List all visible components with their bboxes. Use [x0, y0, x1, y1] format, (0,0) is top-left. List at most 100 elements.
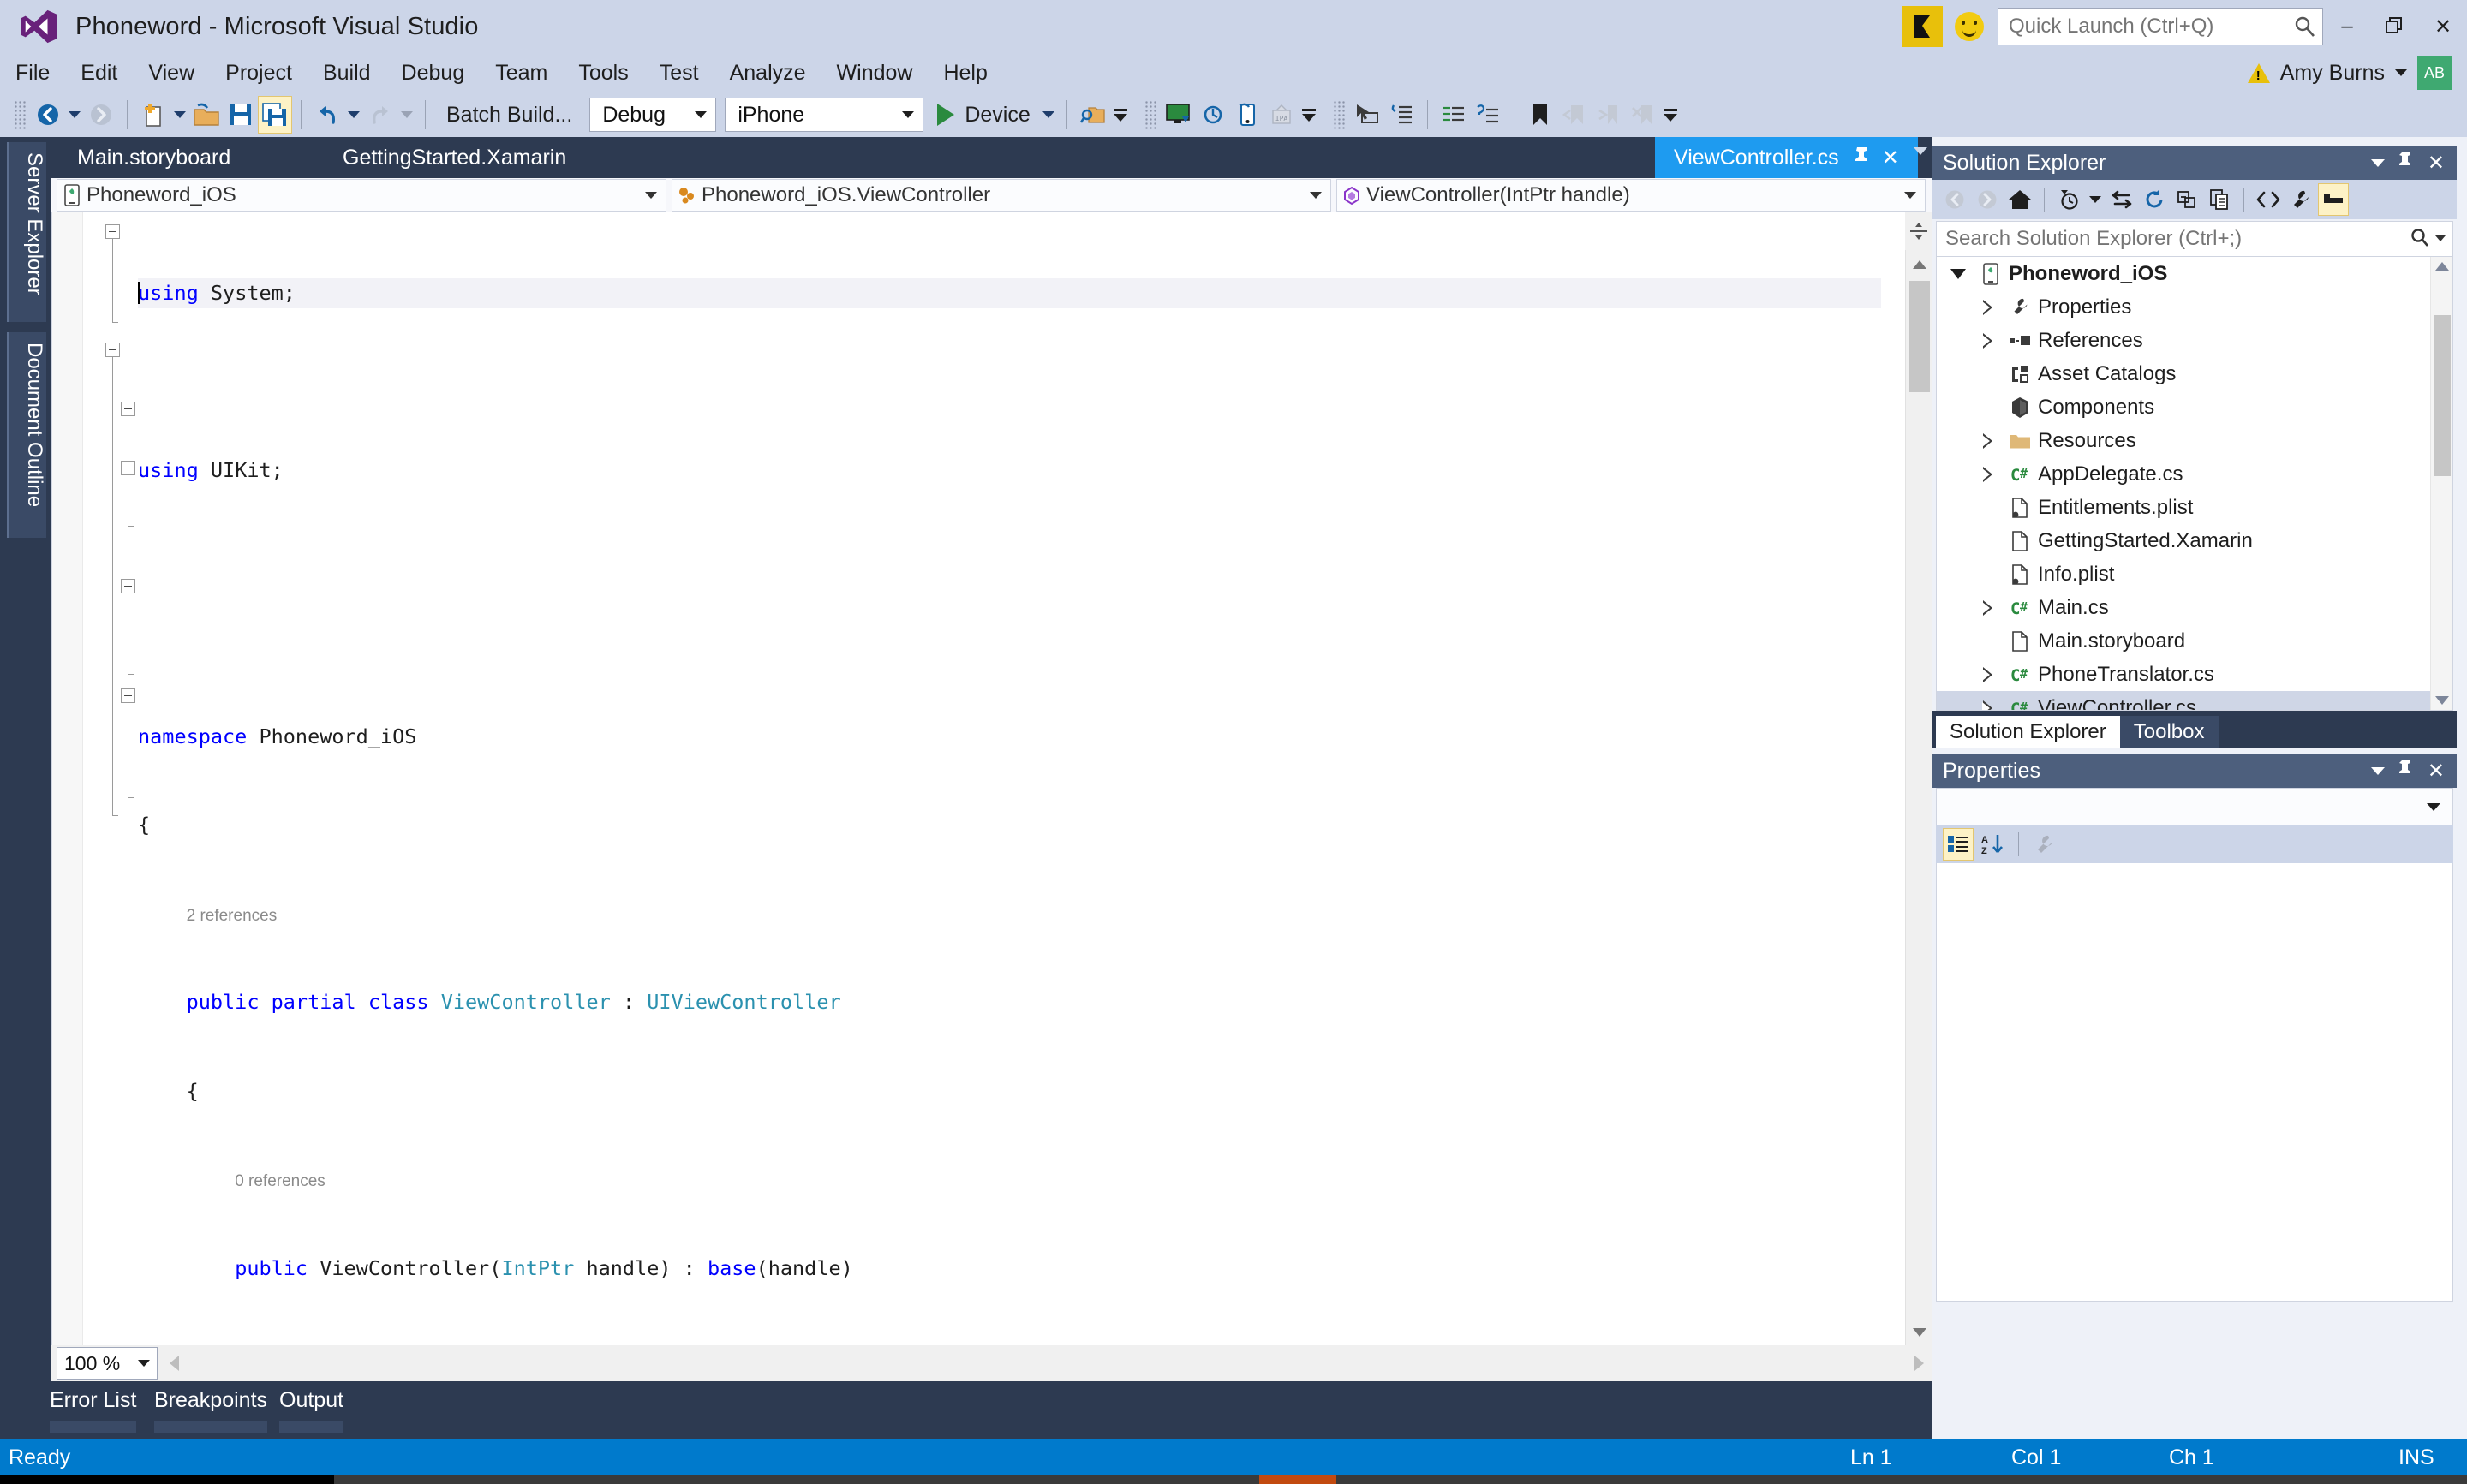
- minimize-button[interactable]: –: [2323, 0, 2371, 53]
- pin-icon[interactable]: [2398, 759, 2414, 784]
- find-in-files-icon[interactable]: [1076, 96, 1110, 134]
- scrollbar-thumb[interactable]: [1909, 281, 1930, 392]
- save-icon[interactable]: [224, 96, 258, 134]
- solution-explorer-search[interactable]: [1936, 221, 2453, 257]
- chevron-right-icon[interactable]: [1973, 432, 2002, 449]
- feedback-flag-icon[interactable]: [1902, 6, 1943, 47]
- bottom-tab-breakpoints[interactable]: Breakpoints: [154, 1388, 268, 1433]
- bottom-tab-error-list[interactable]: Error List: [50, 1388, 137, 1433]
- search-icon[interactable]: [2288, 15, 2322, 38]
- pointer-select-icon[interactable]: [1350, 96, 1384, 134]
- collapse-all-icon[interactable]: [2171, 183, 2202, 216]
- code-line[interactable]: public partial class ViewController : UI…: [138, 987, 1881, 1017]
- tree-vertical-scrollbar[interactable]: [2430, 257, 2452, 710]
- menu-item-window[interactable]: Window: [821, 53, 929, 92]
- chevron-down-icon[interactable]: [2370, 766, 2385, 775]
- new-item-dropdown[interactable]: [170, 96, 189, 134]
- tabstrip-overflow-icon[interactable]: [1914, 147, 1927, 155]
- dock-tab-solution-explorer[interactable]: Solution Explorer: [1936, 716, 2120, 748]
- home-icon[interactable]: [2004, 183, 2035, 216]
- tab-viewcontroller-cs[interactable]: ViewController.cs ✕: [1655, 137, 1918, 178]
- sync-with-active-document-icon[interactable]: [2106, 183, 2137, 216]
- scroll-right-icon[interactable]: [1914, 1356, 1924, 1371]
- pin-icon[interactable]: [2398, 151, 2414, 176]
- user-name-label[interactable]: Amy Burns: [2280, 61, 2385, 86]
- collapse-box-usings[interactable]: [105, 224, 120, 239]
- chevron-right-icon[interactable]: [1973, 700, 2002, 710]
- scroll-down-icon[interactable]: [2435, 696, 2449, 705]
- tree-item-viewcontroller-cs[interactable]: C # ViewController.cs: [1937, 691, 2452, 710]
- close-icon[interactable]: ✕: [1882, 146, 1899, 170]
- toolbar-grip[interactable]: [1144, 100, 1156, 129]
- code-line[interactable]: using UIKit;: [138, 456, 1881, 486]
- avatar[interactable]: AB: [2417, 56, 2452, 90]
- menu-item-view[interactable]: View: [133, 53, 210, 92]
- show-all-files-icon[interactable]: [2204, 183, 2235, 216]
- bottom-tab-output[interactable]: Output: [279, 1388, 344, 1433]
- alphabetical-sort-icon[interactable]: AZ: [1977, 828, 2008, 861]
- menu-item-help[interactable]: Help: [928, 53, 1002, 92]
- view-code-icon[interactable]: [2253, 183, 2284, 216]
- code-line[interactable]: public ViewController(IntPtr handle) : b…: [138, 1254, 1881, 1284]
- code-text-area[interactable]: using System; using UIKit; namespace Pho…: [138, 219, 1881, 1345]
- platform-select[interactable]: iPhone: [725, 98, 924, 132]
- quick-launch-box[interactable]: [1998, 8, 2323, 45]
- undo-dropdown[interactable]: [344, 96, 363, 134]
- zoom-level-select[interactable]: 100 %: [57, 1347, 158, 1380]
- toolbar-overflow-icon[interactable]: [1299, 96, 1319, 134]
- scroll-up-icon[interactable]: [1906, 252, 1932, 277]
- properties-grid[interactable]: [1936, 863, 2453, 1302]
- play-icon[interactable]: [937, 104, 955, 126]
- chevron-right-icon[interactable]: [1973, 466, 2002, 482]
- menu-item-file[interactable]: File: [0, 53, 65, 92]
- tree-item-resources[interactable]: Resources: [1937, 424, 2452, 457]
- close-icon[interactable]: ✕: [2428, 151, 2445, 176]
- menu-item-tools[interactable]: Tools: [563, 53, 643, 92]
- device-manager-icon[interactable]: [1162, 96, 1196, 134]
- chevron-right-icon[interactable]: [1973, 299, 2002, 315]
- code-line[interactable]: [138, 367, 1881, 397]
- redo-dropdown[interactable]: [397, 96, 416, 134]
- open-file-icon[interactable]: [189, 96, 224, 134]
- toolbar-grip[interactable]: [1332, 100, 1345, 129]
- toolbar-overflow-icon[interactable]: [1660, 96, 1681, 134]
- properties-wrench-icon[interactable]: [2285, 183, 2316, 216]
- tree-item-asset-catalogs[interactable]: Asset Catalogs: [1937, 357, 2452, 390]
- navigate-back-dropdown[interactable]: [65, 96, 84, 134]
- toolbar-overflow-icon[interactable]: [1110, 96, 1131, 134]
- search-input[interactable]: [1945, 227, 2406, 251]
- chevron-right-icon[interactable]: [1973, 666, 2002, 682]
- navbar-type-select[interactable]: Phoneword_iOS.ViewController: [672, 178, 1331, 212]
- properties-object-select[interactable]: [1936, 788, 2453, 825]
- collapse-box-class[interactable]: [121, 402, 135, 416]
- chevron-right-icon[interactable]: [1973, 599, 2002, 616]
- chevron-open-icon[interactable]: [1944, 268, 1973, 279]
- uncomment-icon[interactable]: [1471, 96, 1505, 134]
- close-button[interactable]: ✕: [2419, 0, 2467, 53]
- search-icon[interactable]: [2406, 227, 2434, 252]
- menu-item-build[interactable]: Build: [308, 53, 386, 92]
- tree-item-properties[interactable]: Properties: [1937, 290, 2452, 324]
- tree-item-info-plist[interactable]: Info.plist: [1937, 557, 2452, 591]
- scroll-down-icon[interactable]: [1906, 1320, 1932, 1345]
- tree-item-main-cs[interactable]: C # Main.cs: [1937, 591, 2452, 624]
- new-item-icon[interactable]: [136, 96, 170, 134]
- sidebar-item-server-explorer[interactable]: Server Explorer: [7, 142, 46, 322]
- categorized-view-icon[interactable]: [1943, 828, 1974, 861]
- collapse-box-didreceivememorywarning[interactable]: [121, 688, 135, 703]
- restore-button[interactable]: [2371, 0, 2419, 53]
- run-target-dropdown[interactable]: [1039, 96, 1058, 134]
- collapse-box-viewdidload[interactable]: [121, 579, 135, 593]
- chevron-down-icon[interactable]: [2395, 69, 2407, 76]
- tree-item-phonetranslator-cs[interactable]: C # PhoneTranslator.cs: [1937, 658, 2452, 691]
- scrollbar-thumb[interactable]: [2434, 315, 2451, 476]
- code-line[interactable]: [138, 633, 1881, 663]
- bookmark-icon[interactable]: [1523, 96, 1557, 134]
- menu-item-debug[interactable]: Debug: [386, 53, 481, 92]
- close-icon[interactable]: ✕: [2428, 759, 2445, 784]
- code-editor[interactable]: using System; using UIKit; namespace Pho…: [51, 212, 1932, 1345]
- dock-tab-toolbox[interactable]: Toolbox: [2119, 716, 2219, 748]
- save-all-icon[interactable]: [258, 96, 292, 134]
- quick-launch-input[interactable]: [1998, 15, 2288, 39]
- menu-item-project[interactable]: Project: [210, 53, 308, 92]
